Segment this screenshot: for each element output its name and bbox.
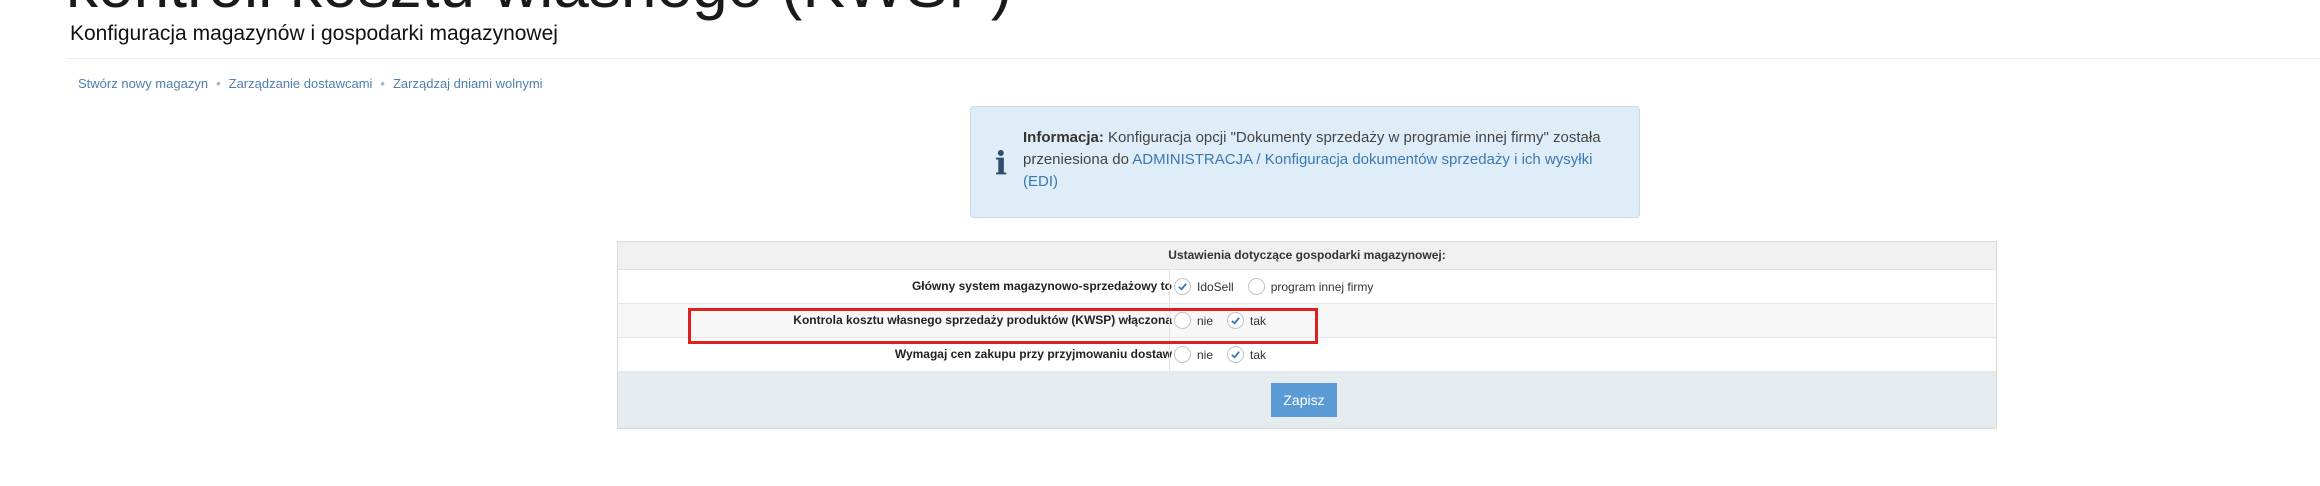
radio-kwsp-no[interactable]: nie (1174, 312, 1213, 329)
link-separator: • (216, 76, 221, 91)
page-title: Konfiguracja magazynów i gospodarki maga… (70, 22, 558, 45)
check-icon (1231, 317, 1240, 325)
link-separator: • (380, 76, 385, 91)
info-text: Informacja: Konfiguracja opcji "Dokument… (1023, 127, 1623, 193)
row-label: Główny system magazynowo-sprzedażowy to (911, 279, 1172, 293)
radio-label: IdoSell (1197, 279, 1234, 294)
info-box: i Informacja: Konfiguracja opcji "Dokume… (970, 106, 1640, 218)
radio-label: nie (1197, 313, 1214, 328)
radio-circle-checked (1174, 278, 1191, 295)
info-icon: i (994, 144, 1008, 182)
link-suppliers[interactable]: Zarządzanie dostawcami (229, 76, 373, 91)
info-bold: Informacja: (1023, 129, 1104, 146)
radio-prices-yes[interactable]: tak (1227, 346, 1266, 363)
radio-kwsp-yes[interactable]: tak (1227, 312, 1266, 329)
link-days-off[interactable]: Zarządzaj dniami wolnymi (393, 76, 543, 91)
radio-label: nie (1197, 347, 1214, 362)
radio-idosell[interactable]: IdoSell (1174, 278, 1234, 295)
radio-other-program[interactable]: program innej firmy (1247, 278, 1374, 295)
settings-row-kwsp: Kontrola kosztu własnego sprzedaży produ… (618, 304, 1996, 338)
row-divider (1169, 304, 1170, 337)
radio-label: program innej firmy (1270, 279, 1374, 294)
radio-prices-no[interactable]: nie (1174, 346, 1213, 363)
row-divider (1169, 270, 1170, 303)
radio-label: tak (1250, 313, 1267, 328)
radio-circle-checked (1227, 312, 1245, 329)
settings-footer: Zapisz (618, 372, 1996, 428)
row-label: Wymagaj cen zakupu przy przyjmowaniu dos… (894, 347, 1172, 361)
settings-row-main-system: Główny system magazynowo-sprzedażowy to … (618, 270, 1996, 304)
settings-row-purchase-prices: Wymagaj cen zakupu przy przyjmowaniu dos… (618, 338, 1996, 372)
check-icon (1178, 283, 1187, 291)
row-divider (1169, 338, 1170, 371)
radio-circle (1174, 346, 1191, 363)
settings-table: Ustawienia dotyczące gospodarki magazyno… (617, 241, 1997, 429)
radio-circle (1174, 312, 1191, 329)
radio-circle (1247, 278, 1265, 295)
radio-circle-checked (1227, 346, 1245, 363)
save-button[interactable]: Zapisz (1271, 383, 1337, 417)
radio-label: tak (1250, 347, 1267, 362)
overlay-title: kontroli kosztu własnego (KWSP) (66, 0, 1012, 22)
title-divider (66, 58, 2320, 59)
settings-header: Ustawienia dotyczące gospodarki magazyno… (618, 242, 1996, 270)
row-label: Kontrola kosztu własnego sprzedaży produ… (793, 313, 1172, 327)
check-icon (1231, 351, 1240, 359)
link-create-warehouse[interactable]: Stwórz nowy magazyn (78, 76, 208, 91)
action-links: Stwórz nowy magazyn • Zarządzanie dostawca… (78, 76, 543, 91)
